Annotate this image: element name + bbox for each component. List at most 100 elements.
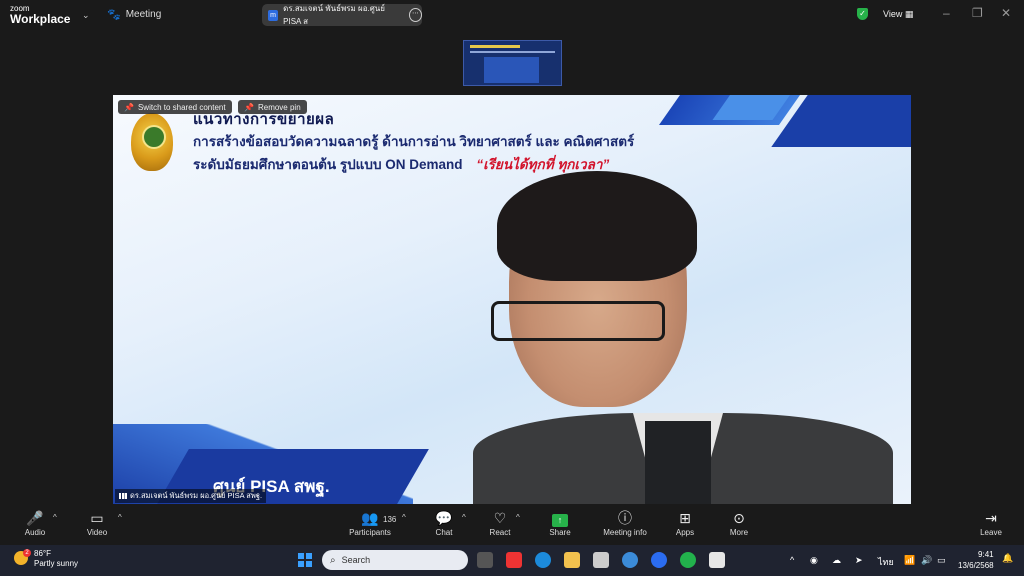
audio-options-chevron-icon[interactable]: ^ xyxy=(53,513,57,522)
view-grid-icon: ▦ xyxy=(904,9,914,19)
taskbar-search[interactable]: ⌕ Search xyxy=(322,550,468,570)
more-button[interactable]: ⊙ More xyxy=(711,509,767,537)
participants-count: 136 xyxy=(383,515,397,524)
slide-line2-highlight: “เรียนได้ทุกที่ ทุกเวลา” xyxy=(476,157,610,172)
react-chevron-icon[interactable]: ^ xyxy=(516,513,520,522)
video-camera-icon: ▭ xyxy=(90,510,104,526)
meeting-info-label: Meeting info xyxy=(603,528,647,537)
video-label: Video xyxy=(86,528,108,537)
notification-bell-icon[interactable]: 🔔 xyxy=(1002,553,1013,564)
line-icon[interactable] xyxy=(680,552,696,568)
share-screen-icon: ↑ xyxy=(532,509,588,527)
thumb-box xyxy=(484,57,539,83)
shield-icon[interactable]: ✓ xyxy=(857,8,868,20)
share-label: Share xyxy=(549,528,571,537)
volume-icon[interactable]: 🔊 xyxy=(921,555,932,566)
weather-widget[interactable]: 2 86°F Partly sunny xyxy=(14,549,78,569)
audio-label: Audio xyxy=(24,528,46,537)
signal-icon xyxy=(119,493,127,499)
youtube-icon[interactable] xyxy=(506,552,522,568)
apps-button[interactable]: ⊞ Apps xyxy=(657,509,713,537)
cloud-icon[interactable]: ☁ xyxy=(832,555,841,566)
edge-icon[interactable] xyxy=(535,552,551,568)
battery-icon[interactable]: ▭ xyxy=(937,555,946,566)
info-icon: ⓘ xyxy=(618,510,632,526)
calendar-icon[interactable] xyxy=(709,552,725,568)
chat-chevron-icon[interactable]: ^ xyxy=(462,513,466,522)
zoom-icon[interactable] xyxy=(651,552,667,568)
file-explorer-icon[interactable] xyxy=(564,552,580,568)
presenter-video xyxy=(473,171,893,504)
meeting-controls: 🎤 Audio ^ ▭ Video ^ 👥 Participants 136 ^… xyxy=(0,507,1024,545)
close-icon[interactable]: ✕ xyxy=(1001,6,1011,20)
participants-chevron-icon[interactable]: ^ xyxy=(402,513,406,522)
active-speaker-pill[interactable]: m ดร.สมเจตน์ พันธ์พรม ผอ.ศูนย์ PISA ส ⋯ xyxy=(262,4,423,26)
presenter-glasses xyxy=(491,301,665,341)
logo-line2: Workplace xyxy=(10,12,71,26)
chevron-down-icon[interactable]: ⌄ xyxy=(82,10,90,21)
apps-label: Apps xyxy=(675,528,695,537)
more-icon[interactable]: ⋯ xyxy=(408,8,423,22)
weather-badge: 2 xyxy=(23,549,31,557)
date: 13/6/2568 xyxy=(958,561,994,570)
weather-text: Partly sunny xyxy=(34,559,79,568)
pin-icon: 📌 xyxy=(124,102,134,112)
minimize-icon[interactable]: – xyxy=(943,6,950,20)
remove-pin-button[interactable]: 📌 Remove pin xyxy=(238,100,307,114)
shared-screen[interactable]: แนวทางการขยายผล การสร้างข้อสอบวัดความฉลา… xyxy=(113,95,911,504)
presenter-hair xyxy=(497,171,697,281)
start-button[interactable] xyxy=(298,553,312,567)
shared-content-thumbnail[interactable] xyxy=(463,40,562,86)
store-icon[interactable] xyxy=(593,552,609,568)
participants-label: Participants xyxy=(349,528,391,537)
record-icon[interactable]: ◉ xyxy=(810,555,818,566)
share-button[interactable]: ↑ Share xyxy=(532,509,588,537)
restore-icon[interactable]: ❐ xyxy=(972,6,983,20)
apps-icon: ⊞ xyxy=(679,510,691,526)
active-speaker-name: ดร.สมเจตน์ พันธ์พรม ผอ.ศูนย์ PISA ส xyxy=(283,4,385,26)
video-options-chevron-icon[interactable]: ^ xyxy=(118,513,122,522)
meeting-label: Meeting xyxy=(125,9,162,20)
slide-line2-text: ระดับมัธยมศึกษาตอนต้น รูปแบบ ON Demand xyxy=(193,157,463,172)
view-button[interactable]: View ▦ xyxy=(883,9,913,20)
more-icon: ⊙ xyxy=(733,510,745,526)
temperature: 86°F xyxy=(34,549,51,558)
chrome-icon[interactable] xyxy=(622,552,638,568)
search-placeholder: Search xyxy=(341,555,371,565)
meeting-info-button[interactable]: ⓘ Meeting info xyxy=(597,509,653,537)
leave-label: Leave xyxy=(980,528,1002,537)
paw-icon: 🐾 xyxy=(107,9,121,21)
meeting-menu[interactable]: 🐾 Meeting xyxy=(107,8,161,21)
time: 9:41 xyxy=(978,550,994,559)
switch-to-shared-content-button[interactable]: 📌 Switch to shared content xyxy=(118,100,232,114)
telegram-icon[interactable]: ➤ xyxy=(855,555,863,566)
thumb-text-bar xyxy=(470,51,555,53)
slide-line2: ระดับมัธยมศึกษาตอนต้น รูปแบบ ON Demand “… xyxy=(193,153,609,175)
video-button[interactable]: ▭ Video xyxy=(69,509,125,537)
chevron-up-icon[interactable]: ^ xyxy=(790,555,794,565)
input-language[interactable]: ไทย xyxy=(878,555,894,569)
clock[interactable]: 9:41 13/6/2568 xyxy=(958,549,994,571)
more-label: More xyxy=(729,528,749,537)
switch-label: Switch to shared content xyxy=(137,102,226,112)
windows-taskbar: 2 86°F Partly sunny ⌕ Search ^ ◉ ☁ ➤ ไทย… xyxy=(0,545,1024,576)
presenter-shirt xyxy=(645,421,711,504)
task-view-icon[interactable] xyxy=(477,552,493,568)
zoom-logo[interactable]: zoom Workplace xyxy=(10,3,70,25)
video-name-text: ดร.สมเจตน์ พันธ์พรม ผอ.ศูนย์ PISA สพฐ. xyxy=(130,491,263,500)
view-label: View xyxy=(883,9,903,19)
leave-button[interactable]: ⇥ Leave xyxy=(963,509,1019,537)
remove-pin-label: Remove pin xyxy=(257,102,301,112)
video-name-tag: ดร.สมเจตน์ พันธ์พรม ผอ.ศูนย์ PISA สพฐ. xyxy=(115,489,267,503)
wifi-icon[interactable]: 📶 xyxy=(904,555,915,566)
slide-line1: การสร้างข้อสอบวัดความฉลาดรู้ ด้านการอ่าน… xyxy=(193,134,635,149)
chat-label: Chat xyxy=(435,528,453,537)
pin-icon: 📌 xyxy=(244,102,254,112)
zoom-title-bar: zoom Workplace ⌄ 🐾 Meeting m ดร.สมเจตน์ … xyxy=(0,0,1024,30)
obec-seal-logo xyxy=(131,113,173,171)
react-label: React xyxy=(489,528,511,537)
avatar: m xyxy=(268,9,279,21)
search-icon: ⌕ xyxy=(330,554,336,566)
thumb-title-bar xyxy=(470,45,520,48)
leave-icon: ⇥ xyxy=(985,510,997,526)
